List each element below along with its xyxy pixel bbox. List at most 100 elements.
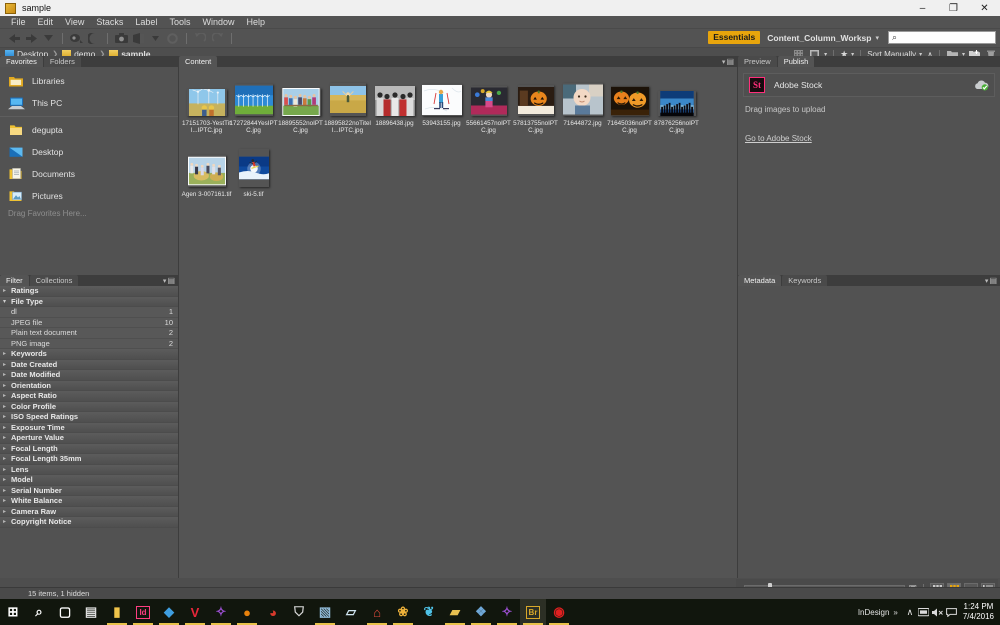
- thumbnail-item[interactable]: 71645036noIPTC.jpg: [606, 72, 653, 134]
- go-to-adobe-stock-link[interactable]: Go to Adobe Stock: [745, 134, 812, 143]
- open-in-camera-raw-icon[interactable]: [130, 30, 146, 46]
- filter-row-white-balance[interactable]: ▸ White Balance: [0, 496, 178, 507]
- filter-row-lens[interactable]: ▸ Lens: [0, 464, 178, 475]
- gem-app-icon[interactable]: ◆: [156, 599, 182, 625]
- filter-row-date-created[interactable]: ▸ Date Created: [0, 359, 178, 370]
- thumbnail-item[interactable]: 17272844YesIPTC.jpg: [229, 72, 278, 134]
- dropdown-caret-icon[interactable]: [147, 30, 163, 46]
- visual-studio-icon[interactable]: ✧: [208, 599, 234, 625]
- paint-app-icon[interactable]: ❀: [390, 599, 416, 625]
- menu-item-edit[interactable]: Edit: [32, 16, 60, 29]
- menu-item-label[interactable]: Label: [129, 16, 163, 29]
- thumbnail-item[interactable]: 53943155.jpg: [418, 72, 465, 134]
- reveal-boomerang-icon[interactable]: [68, 30, 84, 46]
- favorite-degupta[interactable]: degupta: [0, 119, 178, 141]
- favorite-desktop[interactable]: Desktop: [0, 141, 178, 163]
- filter-row-aspect-ratio[interactable]: ▸ Aspect Ratio: [0, 391, 178, 402]
- tab-preview[interactable]: Preview: [738, 56, 777, 67]
- filter-row-camera-raw[interactable]: ▸ Camera Raw: [0, 506, 178, 517]
- menu-item-stacks[interactable]: Stacks: [90, 16, 129, 29]
- adobe-red-icon[interactable]: ◉: [546, 599, 572, 625]
- menu-item-file[interactable]: File: [5, 16, 32, 29]
- metadata-panel-menu-icon[interactable]: ▾ ▤: [985, 276, 997, 285]
- recent-dropdown-icon[interactable]: [40, 30, 56, 46]
- start-button[interactable]: ⊞: [0, 599, 26, 625]
- menu-item-tools[interactable]: Tools: [163, 16, 196, 29]
- menu-item-help[interactable]: Help: [240, 16, 271, 29]
- workspace-caret-icon[interactable]: ▾: [875, 34, 879, 42]
- rotate-cw-icon[interactable]: [209, 30, 225, 46]
- vs-code-icon[interactable]: ✧: [494, 599, 520, 625]
- thumbnail-item[interactable]: 18895552noIPTC.jpg: [277, 72, 324, 134]
- thumbnail-item[interactable]: ski-5.tif: [230, 143, 277, 198]
- app-red-icon[interactable]: ◕: [260, 599, 286, 625]
- thumbnail-item[interactable]: 17151703-YestTitl...IPTC.jpg: [182, 72, 231, 134]
- filter-row-keywords[interactable]: ▸ Keywords: [0, 349, 178, 360]
- minimize-button[interactable]: –: [907, 0, 938, 16]
- filter-row-date-modified[interactable]: ▸ Date Modified: [0, 370, 178, 381]
- user-account-icon[interactable]: ⛉: [286, 599, 312, 625]
- filter-row-focal-length[interactable]: ▸ Focal Length: [0, 443, 178, 454]
- task-view-icon[interactable]: ▢: [52, 599, 78, 625]
- tab-filter[interactable]: Filter: [0, 275, 29, 286]
- action-center-icon[interactable]: [945, 605, 959, 619]
- filter-row-exposure-time[interactable]: ▸ Exposure Time: [0, 422, 178, 433]
- tab-favorites[interactable]: Favorites: [0, 56, 43, 67]
- refine-moon-icon[interactable]: [85, 30, 101, 46]
- vivaldi-icon[interactable]: V: [182, 599, 208, 625]
- maximize-button[interactable]: ❐: [938, 0, 969, 16]
- camera-import-icon[interactable]: [113, 30, 129, 46]
- workspace-name-label[interactable]: Content_Column_Worksp: [767, 33, 871, 43]
- tab-content[interactable]: Content: [179, 56, 218, 67]
- preview-app-icon[interactable]: ▧: [312, 599, 338, 625]
- tab-publish[interactable]: Publish: [777, 56, 815, 67]
- search-icon[interactable]: ⌕: [26, 599, 52, 625]
- filter-row-serial-number[interactable]: ▸ Serial Number: [0, 485, 178, 496]
- cmd-prompt-icon[interactable]: ▤: [78, 599, 104, 625]
- favorite-libraries[interactable]: Libraries: [0, 70, 178, 92]
- file-explorer-icon[interactable]: ▮: [104, 599, 130, 625]
- tab-folders[interactable]: Folders: [43, 56, 81, 67]
- tab-collections[interactable]: Collections: [29, 275, 79, 286]
- rotate-ccw-icon[interactable]: [192, 30, 208, 46]
- firefox-icon[interactable]: ●: [234, 599, 260, 625]
- search-box[interactable]: ⌕: [888, 31, 996, 44]
- forward-arrow-icon[interactable]: [23, 30, 39, 46]
- tray-overflow-icon[interactable]: »: [893, 608, 897, 617]
- thumbnail-item[interactable]: Agen 3-007161.tif: [182, 143, 231, 198]
- blue-app-icon[interactable]: ❦: [416, 599, 442, 625]
- content-panel-menu-icon[interactable]: ▾ ▤: [722, 57, 734, 66]
- filter-value-row[interactable]: PNG image 2: [0, 338, 178, 349]
- close-button[interactable]: ✕: [969, 0, 1000, 16]
- tab-keywords[interactable]: Keywords: [782, 275, 828, 286]
- filter-value-row[interactable]: Plain text document 2: [0, 328, 178, 339]
- filter-panel-menu-icon[interactable]: ▾ ▤: [163, 276, 175, 285]
- refresh-icon[interactable]: [164, 30, 180, 46]
- remote-desktop-icon[interactable]: ❖: [468, 599, 494, 625]
- thumbnail-item[interactable]: 57813755noIPTC.jpg: [512, 72, 559, 134]
- content-body[interactable]: 17151703-YestTitl...IPTC.jpg 17272844YesI…: [179, 67, 737, 587]
- favorite-documents[interactable]: Documents: [0, 163, 178, 185]
- back-arrow-icon[interactable]: [6, 30, 22, 46]
- filter-row-model[interactable]: ▸ Model: [0, 475, 178, 486]
- folder-app-icon[interactable]: ▰: [442, 599, 468, 625]
- tab-metadata[interactable]: Metadata: [738, 275, 782, 286]
- favorite-this-pc[interactable]: This PC: [0, 92, 178, 114]
- favorite-pictures[interactable]: Pictures: [0, 185, 178, 207]
- menu-item-window[interactable]: Window: [196, 16, 240, 29]
- filter-value-row[interactable]: dl 1: [0, 307, 178, 318]
- thumbnail-item[interactable]: 55661457noIPTC.jpg: [465, 72, 512, 134]
- taskbar-clock[interactable]: 1:24 PM 7/4/2016: [963, 602, 994, 622]
- thumbnail-item[interactable]: 71644872.jpg: [559, 72, 606, 134]
- adobe-stock-card[interactable]: St Adobe Stock: [743, 73, 995, 97]
- search-input[interactable]: [897, 33, 992, 42]
- filter-row-focal-length-35mm[interactable]: ▸ Focal Length 35mm: [0, 454, 178, 465]
- menu-item-view[interactable]: View: [59, 16, 90, 29]
- filter-row-orientation[interactable]: ▸ Orientation: [0, 380, 178, 391]
- filter-row-file-type[interactable]: ▾ File Type: [0, 296, 178, 307]
- filter-row-ratings[interactable]: ▸ Ratings: [0, 286, 178, 297]
- volume-muted-icon[interactable]: [931, 605, 945, 619]
- thumbnail-item[interactable]: 18896438.jpg: [371, 72, 418, 134]
- bridge-icon[interactable]: Br: [520, 599, 546, 625]
- indesign-icon[interactable]: Id: [130, 599, 156, 625]
